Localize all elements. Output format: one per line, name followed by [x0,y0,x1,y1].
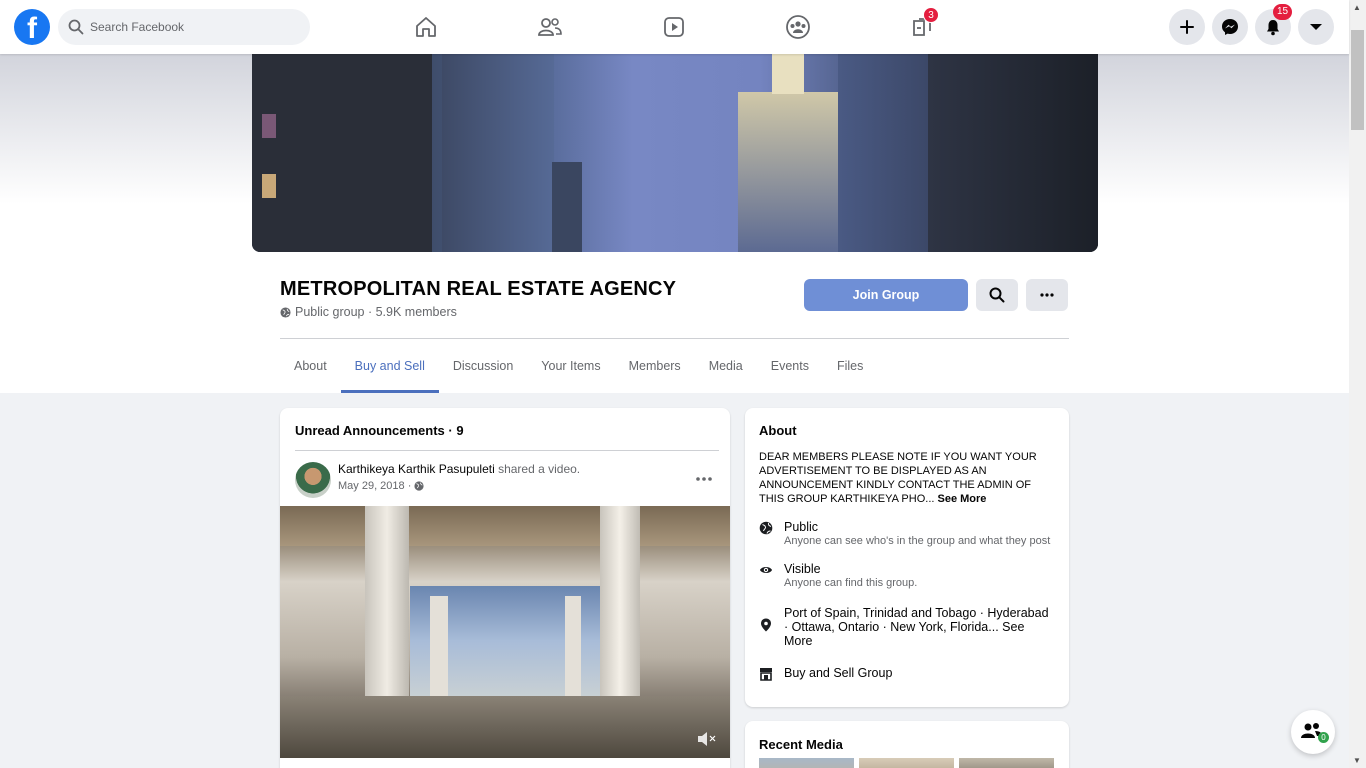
watch-nav-button[interactable] [657,10,691,44]
scroll-down-arrow-icon[interactable]: ▼ [1353,756,1361,765]
group-tabs: About Buy and Sell Discussion Your Items… [280,339,877,393]
group-more-options-button[interactable] [1026,279,1068,311]
plus-icon [1180,20,1194,34]
account-menu-button[interactable] [1298,9,1334,45]
about-description: DEAR MEMBERS PLEASE NOTE IF YOU WANT YOU… [759,450,1055,506]
post-action: shared a video. [494,462,581,476]
contacts-online-badge: 0 [1318,732,1329,743]
recent-media-card: Recent Media [745,721,1069,768]
friends-icon [538,18,562,36]
location-pin-icon [761,618,771,632]
eye-icon [760,567,772,573]
messenger-icon [1222,19,1238,35]
post-more-options-button[interactable] [696,470,712,481]
group-privacy-members: Public group · 5.9K members [295,305,457,319]
tab-your-items[interactable]: Your Items [527,339,614,393]
about-card: About DEAR MEMBERS PLEASE NOTE IF YOU WA… [745,408,1069,707]
shop-icon [760,668,772,681]
facebook-logo-letter: f [27,12,37,45]
tab-about[interactable]: About [280,339,341,393]
groups-icon [786,15,810,39]
scroll-up-arrow-icon[interactable]: ▲ [1353,3,1361,12]
more-horizontal-icon [696,477,712,481]
search-box[interactable] [58,9,310,45]
post-author-line: Karthikeya Karthik Pasupuleti shared a v… [338,462,580,476]
create-button[interactable] [1169,9,1205,45]
tab-events[interactable]: Events [757,339,823,393]
watch-video-icon [664,17,684,37]
group-title: METROPOLITAN REAL ESTATE AGENCY [280,278,677,300]
announcements-card: Unread Announcements · 9 Karthikeya Kart… [280,408,730,768]
join-group-button[interactable]: Join Group [804,279,968,311]
notifications-button[interactable]: 15 [1255,4,1292,45]
about-description-text: DEAR MEMBERS PLEASE NOTE IF YOU WANT YOU… [759,451,1037,505]
public-title: Public [784,520,819,534]
search-icon [989,287,1005,303]
scrollbar-thumb[interactable] [1351,30,1364,130]
mute-icon[interactable] [696,731,716,747]
media-thumbnail[interactable] [759,758,854,768]
more-horizontal-icon [1040,293,1054,297]
groups-notification-badge: 3 [923,7,939,23]
facebook-logo[interactable]: f [14,9,50,45]
avatar[interactable] [295,462,331,498]
tab-media[interactable]: Media [695,339,757,393]
group-meta: Public group · 5.9K members [280,305,457,319]
home-icon [416,17,436,37]
search-input[interactable] [90,9,300,45]
media-thumbnail[interactable] [959,758,1054,768]
group-search-button[interactable] [976,279,1018,311]
notifications-badge: 15 [1273,4,1292,20]
about-see-more-link[interactable]: See More [938,493,987,505]
group-cover-photo [252,54,1098,252]
post-video[interactable] [280,506,730,758]
post-date[interactable]: May 29, 2018 · [338,480,411,492]
messenger-button[interactable] [1212,9,1248,45]
contacts-floating-button[interactable]: 0 [1291,710,1335,754]
friends-nav-button[interactable] [533,10,567,44]
announcements-title: Unread Announcements · 9 [295,423,464,438]
top-navigation-bar: f 3 15 [0,0,1349,54]
search-icon [68,19,84,35]
home-nav-button[interactable] [409,10,443,44]
group-type: Buy and Sell Group [784,666,893,680]
announcements-divider [295,450,719,451]
visible-description: Anyone can find this group. [784,577,918,589]
public-description: Anyone can see who's in the group and wh… [784,535,1051,547]
visible-title: Visible [784,562,821,576]
about-title: About [759,423,797,438]
tab-discussion[interactable]: Discussion [439,339,527,393]
tab-members[interactable]: Members [615,339,695,393]
caret-down-icon [1310,24,1322,30]
tab-buy-and-sell[interactable]: Buy and Sell [340,339,440,393]
globe-icon [280,306,291,318]
recent-media-title: Recent Media [759,737,843,752]
location-list: Port of Spain, Trinidad and Tobago · Hyd… [784,606,1056,648]
globe-icon [759,521,773,535]
post-author-name[interactable]: Karthikeya Karthik Pasupuleti [338,462,495,476]
groups-nav-button[interactable] [781,10,815,44]
post-date-line: May 29, 2018 · [338,480,424,492]
gaming-nav-button[interactable]: 3 [905,7,939,44]
media-thumbnail[interactable] [859,758,954,768]
globe-icon [414,481,424,491]
bell-icon [1267,20,1279,36]
tab-files[interactable]: Files [823,339,877,393]
